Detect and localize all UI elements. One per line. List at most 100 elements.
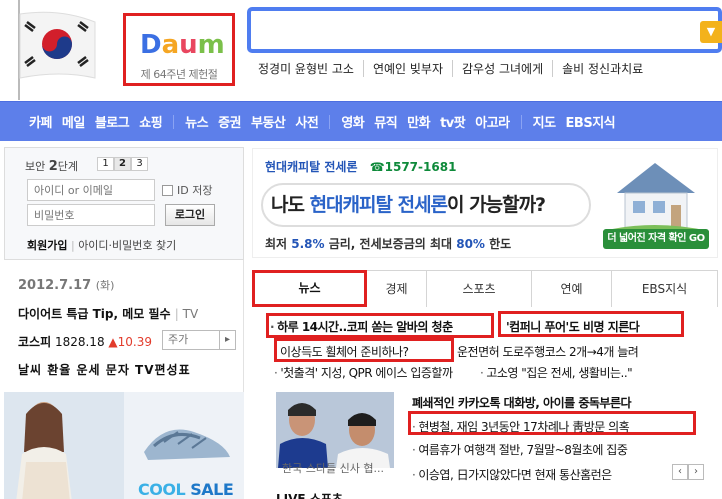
- security-step-3[interactable]: 3: [131, 157, 148, 171]
- banner-brand-line: 현대캐피탈 전세론 ☎1577-1681: [265, 158, 456, 175]
- nav-item-agora[interactable]: 아고라: [470, 112, 514, 131]
- headline-link[interactable]: 운전면허 도로주행코스 2개→4개 늘려: [457, 343, 639, 360]
- left-column: 보안 2단계 1 2 3 ID 저장 로그인 회원가입 | 아이디·비밀번호 찾…: [4, 147, 244, 499]
- kospi-line[interactable]: 코스피 1828.18 ▲10.39: [18, 333, 152, 350]
- nav-divider: [520, 114, 522, 129]
- next-button[interactable]: ›: [688, 464, 704, 480]
- find-account-link[interactable]: 아이디·비밀번호 찾기: [78, 239, 176, 252]
- nav-item-news[interactable]: 뉴스: [180, 112, 213, 131]
- daum-logo-box[interactable]: Daum 제 64주년 제헌절: [123, 13, 235, 86]
- kospi-label: 코스피: [18, 335, 52, 349]
- signup-link[interactable]: 회원가입: [27, 239, 67, 252]
- login-panel: 보안 2단계 1 2 3 ID 저장 로그인 회원가입 | 아이디·비밀번호 찾…: [4, 147, 244, 260]
- realtime-keyword[interactable]: 감우성 그녀에게: [452, 60, 552, 77]
- search-options-button[interactable]: ▼: [700, 21, 722, 43]
- day-of-week: (화): [95, 279, 115, 292]
- nav-item-ebs[interactable]: EBS지식: [561, 112, 621, 131]
- id-save-toggle[interactable]: ID 저장: [162, 182, 212, 198]
- search-input[interactable]: [255, 15, 685, 45]
- headline-link[interactable]: 이승엽, 日가지않았다면 현재 통산홈런은: [412, 466, 612, 483]
- news-tabs: 뉴스 경제 스포츠 연예 EBS지식: [252, 270, 718, 307]
- stock-search-button[interactable]: ▸: [220, 330, 236, 350]
- news-panel: 하루 14시간..코피 쏟는 알바의 청춘 '컴퍼니 푸어'도 비명 지른다 이…: [252, 310, 718, 499]
- security-step-1[interactable]: 1: [97, 157, 114, 171]
- tab-ebs[interactable]: EBS지식: [612, 270, 718, 307]
- nav-item-map[interactable]: 지도: [528, 112, 561, 131]
- chevron-down-icon: ▼: [706, 25, 716, 38]
- live-sports-title[interactable]: LIVE 스포츠: [276, 490, 343, 499]
- realtime-keywords: 정경미 윤형빈 고소 연예인 빚부자 감우성 그녀에게 솔비 정신과치료: [258, 60, 652, 77]
- login-links: 회원가입 | 아이디·비밀번호 찾기: [27, 239, 177, 252]
- prev-button[interactable]: ‹: [672, 464, 688, 480]
- realtime-keyword[interactable]: 솔비 정신과치료: [552, 60, 652, 77]
- nav-item-movie[interactable]: 영화: [336, 112, 369, 131]
- banner-desc-mid: 금리, 전세보증금의 최대: [324, 237, 457, 251]
- nav-item-stocks[interactable]: 증권: [213, 112, 246, 131]
- nav-item-realestate[interactable]: 부동산: [246, 112, 290, 131]
- sandal-photo: [144, 429, 230, 460]
- banner-max: 80%: [456, 237, 485, 251]
- nav-item-tvpot[interactable]: tv팟: [435, 112, 470, 131]
- tab-sports[interactable]: 스포츠: [427, 270, 532, 307]
- banner-headline: 나도 현대캐피탈 전세론이 가능할까?: [261, 183, 591, 227]
- id-field[interactable]: [27, 179, 155, 201]
- headline-link[interactable]: 하루 14시간..코피 쏟는 알바의 청춘: [270, 318, 453, 335]
- tab-news[interactable]: 뉴스: [252, 270, 367, 307]
- password-field[interactable]: [27, 204, 155, 226]
- nav-item-cafe[interactable]: 카페: [24, 112, 57, 131]
- nav-item-dictionary[interactable]: 사전: [290, 112, 323, 131]
- nav-item-mail[interactable]: 메일: [57, 112, 90, 131]
- headline-link[interactable]: '첫출격' 지성, QPR 에이스 입증할까: [274, 364, 453, 381]
- tab-economy[interactable]: 경제: [367, 270, 427, 307]
- realtime-keyword[interactable]: 정경미 윤형빈 고소: [258, 60, 363, 77]
- kospi-value: 1828.18: [54, 335, 105, 349]
- hyundai-capital-banner[interactable]: 현대캐피탈 전세론 ☎1577-1681 나도 현대캐피탈 전세론이 가능할까?…: [252, 148, 718, 258]
- ad-text-cool: COOL: [138, 480, 186, 499]
- photo-caption[interactable]: 한국 스타들 신사 협...: [282, 460, 384, 476]
- headline-link[interactable]: '컴퍼니 푸어'도 비명 지른다: [506, 318, 640, 335]
- headline-link[interactable]: 고소영 "집은 전세, 생활비는..": [480, 364, 632, 381]
- korean-flag-image: [0, 0, 110, 100]
- nav-divider: [173, 114, 175, 129]
- main-navigation: 카페 메일 블로그 쇼핑 뉴스 증권 부동산 사전 영화 뮤직 만화 tv팟 아…: [0, 101, 722, 141]
- date-display: 2012.7.17 (화): [18, 277, 114, 293]
- promo-text[interactable]: 다이어트 특급 Tip, 메모 필수: [18, 307, 171, 321]
- realtime-keyword[interactable]: 연예인 빚부자: [362, 60, 452, 77]
- kospi-change: ▲10.39: [108, 335, 152, 349]
- banner-headline-post: 이 가능할까?: [447, 194, 546, 216]
- soccer-players-photo[interactable]: [276, 392, 394, 468]
- nav-item-blog[interactable]: 블로그: [90, 112, 134, 131]
- security-level-value: 2: [48, 159, 58, 174]
- news-pager: ‹ ›: [672, 464, 704, 480]
- daum-logo: Daum: [140, 30, 225, 60]
- promo-line[interactable]: 다이어트 특급 Tip, 메모 필수 | TV: [18, 305, 198, 322]
- security-label: 보안: [25, 160, 46, 173]
- search-icon: ▸: [224, 334, 231, 345]
- promo-tag: TV: [182, 307, 199, 321]
- quick-links[interactable]: 날씨 환율 운세 문자 TV편성표: [18, 361, 191, 378]
- headline-link[interactable]: 여름휴가 여행객 절반, 7월말~8월초에 집중: [412, 441, 628, 458]
- banner-desc-pre: 최저: [265, 237, 292, 251]
- banner-go-button[interactable]: 더 넓어진 자격 확인 GO: [603, 229, 709, 249]
- headline-link[interactable]: 폐쇄적인 카카오톡 대화방, 아이를 중독부른다: [412, 394, 632, 411]
- headline-link[interactable]: 이상득도 휠체어 준비하나?: [280, 343, 409, 360]
- security-level: 보안 2단계: [25, 158, 78, 174]
- logo-subtitle: 제 64주년 제헌절: [140, 68, 218, 81]
- banner-headline-pre: 나도: [271, 194, 310, 216]
- model-photo: [4, 392, 124, 499]
- nav-item-shopping[interactable]: 쇼핑: [134, 112, 167, 131]
- security-suffix: 단계: [57, 160, 79, 173]
- id-save-checkbox[interactable]: [162, 184, 173, 196]
- stock-search-input[interactable]: [162, 330, 220, 350]
- fashion-ad-banner[interactable]: COOL SALE: [4, 392, 244, 499]
- security-step-2[interactable]: 2: [114, 157, 131, 171]
- cool-sale-text: COOL SALE: [138, 480, 234, 499]
- nav-item-comics[interactable]: 만화: [402, 112, 435, 131]
- nav-divider: [329, 114, 331, 129]
- tab-entertainment[interactable]: 연예: [532, 270, 612, 307]
- nav-item-music[interactable]: 뮤직: [369, 112, 402, 131]
- security-steps: 1 2 3: [97, 157, 148, 171]
- search-box: ▼: [247, 7, 722, 53]
- headline-link[interactable]: 현병철, 재임 3년동안 17차례나 靑방문 의혹: [412, 418, 629, 435]
- login-button[interactable]: 로그인: [165, 204, 215, 226]
